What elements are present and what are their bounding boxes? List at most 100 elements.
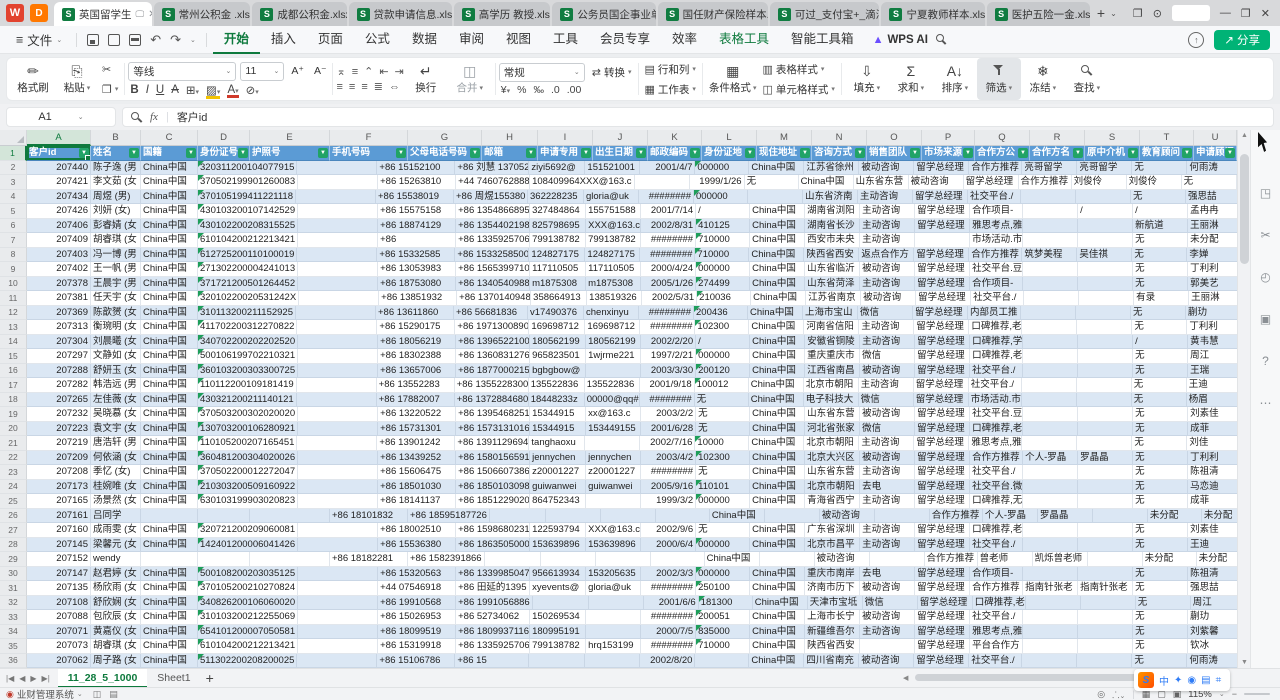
table-cell[interactable]: China中国 [750,277,805,292]
table-cell[interactable]: China中国 [751,291,806,306]
panel-shape-icon[interactable]: ◴ [1260,270,1270,284]
table-cell[interactable]: 合作方推荐 [969,248,1022,263]
table-cell[interactable]: China中国 [141,639,198,654]
conditional-format-button[interactable]: ▦ 条件格式▾ [706,58,760,100]
table-cell[interactable]: 207304 [27,335,91,350]
table-cell[interactable]: +86 1851229020 [456,494,530,509]
table-cell[interactable]: 1999/1/26 [690,175,745,190]
table-cell[interactable]: 留学总经理 [913,306,968,321]
table-cell[interactable]: +86 1355228300 [455,378,529,393]
table-cell[interactable]: 主动咨询 [860,538,915,553]
table-cell[interactable] [1093,509,1148,524]
table-cell[interactable]: m1875308 [530,277,586,292]
table-cell[interactable]: 刘紫馨 [1188,625,1237,640]
table-cell[interactable]: 610104200212213421 [198,639,298,654]
table-cell[interactable] [298,204,378,219]
table-cell[interactable]: 2002/2/20 [641,335,696,350]
row-number[interactable]: 18 [0,393,27,408]
table-cell[interactable]: +86 13439252 [378,451,456,466]
table-cell[interactable]: 主动咨询 [859,436,914,451]
column-header-D[interactable]: D [198,130,250,146]
table-cell[interactable]: 刘晨曦 (女 [91,335,141,350]
table-cell[interactable] [1077,436,1132,451]
table-cell[interactable]: 电子科技大 [804,393,859,408]
table-cell[interactable]: 511302200208200025 [198,654,297,669]
table-cell[interactable]: 雅思考点,雅 [969,436,1022,451]
filter-dropdown-icon[interactable]: ▼ [690,148,700,158]
table-cell[interactable]: 留学总经理 [914,436,969,451]
table-cell[interactable] [585,654,640,669]
table-cell[interactable]: 任天宇 (女 [91,291,141,306]
minimize-button[interactable]: — [1220,7,1231,19]
table-cell[interactable]: +86 15536380 [378,538,456,553]
table-cell[interactable]: 舒妍玉 (女 [91,364,141,379]
table-cell[interactable]: 蒯玏 [1186,306,1237,321]
share-button[interactable]: ↗ 分享 [1214,30,1270,50]
table-cell[interactable]: 丁利利 [1188,451,1237,466]
table-cell[interactable]: 吕同学 [91,509,141,524]
table-cell[interactable] [1023,335,1078,350]
table-cell[interactable] [1079,291,1134,306]
table-cell[interactable]: 370502200012272047 [198,465,298,480]
table-cell[interactable]: 207426 [27,204,91,219]
table-cell[interactable]: China中国 [141,596,198,611]
table-cell[interactable]: 胡睿琪 (女 [91,233,141,248]
table-cell[interactable]: 唐浩轩 (男 [91,436,141,451]
table-cell[interactable]: 新疆维吾尔 [805,625,860,640]
table-cell[interactable]: 返点合作方 [859,248,914,263]
freeze-button[interactable]: ❄ 冻结▾ [1021,58,1065,100]
table-cell[interactable]: 主动咨询 [860,465,915,480]
table-cell[interactable] [297,436,377,451]
table-cell[interactable] [1022,320,1077,335]
table-cell[interactable]: China中国 [749,248,804,263]
table-cell[interactable]: z20001227 [586,465,641,480]
table-cell[interactable]: 207434 [27,190,91,205]
increase-indent-icon[interactable]: ⇥ [395,65,404,78]
sum-button[interactable]: Σ 求和▾ [889,58,933,100]
table-cell[interactable]: +86 18753080 [378,277,456,292]
table-cell[interactable]: 500108200203035125 [198,567,298,582]
filter-dropdown-icon[interactable]: ▼ [1128,148,1138,158]
table-cell[interactable]: 956613934 [530,567,586,582]
filter-dropdown-icon[interactable]: ▼ [1182,148,1192,158]
table-cell[interactable]: 指南针张老 [1078,581,1133,596]
table-cell[interactable]: 江苏省南京 [806,291,861,306]
thousands-icon[interactable]: ‰ [533,84,544,96]
table-cell[interactable]: 刘俊伶 [1127,175,1182,190]
table-cell[interactable]: 口碑推荐,老 [970,422,1023,437]
header-cell[interactable]: 教育顾问▼ [1140,146,1194,161]
table-cell[interactable]: 2005/1/26 [641,277,696,292]
vertical-scroll-thumb[interactable] [1240,154,1249,264]
table-cell[interactable]: China中国 [141,219,198,234]
filter-dropdown-icon[interactable]: ▼ [1073,148,1083,158]
table-cell[interactable]: 黄韦慧 [1188,335,1237,350]
table-cell[interactable]: +86 18141137 [378,494,456,509]
table-cell[interactable]: 271302200004241013 [198,262,298,277]
table-cell[interactable]: 207071 [27,625,91,640]
table-cell[interactable]: China中国 [750,349,805,364]
table-cell[interactable]: +86 18302388 [378,349,456,364]
table-cell[interactable]: 无 [1133,480,1188,495]
table-cell[interactable] [298,277,378,292]
table-cell[interactable]: 合作方推荐 [969,161,1022,176]
column-header-H[interactable]: H [482,130,538,146]
table-cell[interactable]: +86 1877000215 [456,364,530,379]
table-cell[interactable]: 200436 [694,306,748,321]
filter-dropdown-icon[interactable]: ▼ [318,148,328,158]
table-cell[interactable]: 无 [1133,465,1188,480]
table-cell[interactable]: China中国 [141,262,198,277]
align-left-icon[interactable]: ≡ [336,81,342,93]
table-cell[interactable]: gloria@uk [586,581,641,596]
table-cell[interactable]: 2002/5/31 [642,291,697,306]
table-cell[interactable]: China中国 [141,393,198,408]
table-cell[interactable]: 郭美艺 [1188,277,1237,292]
table-cell[interactable]: 2002/3/3 [641,567,696,582]
table-cell[interactable] [1078,480,1133,495]
table-cell[interactable]: ziyi5692@ [529,161,585,176]
table-cell[interactable]: 何雨涛 [1187,654,1237,669]
table-cell[interactable]: 122593794 [530,523,586,538]
table-cell[interactable]: 主动咨询 [859,378,914,393]
ime-grid-icon[interactable]: ⌗ [1216,675,1222,686]
table-cell[interactable]: 北京市朝阳 [804,436,859,451]
table-cell[interactable] [1023,407,1078,422]
